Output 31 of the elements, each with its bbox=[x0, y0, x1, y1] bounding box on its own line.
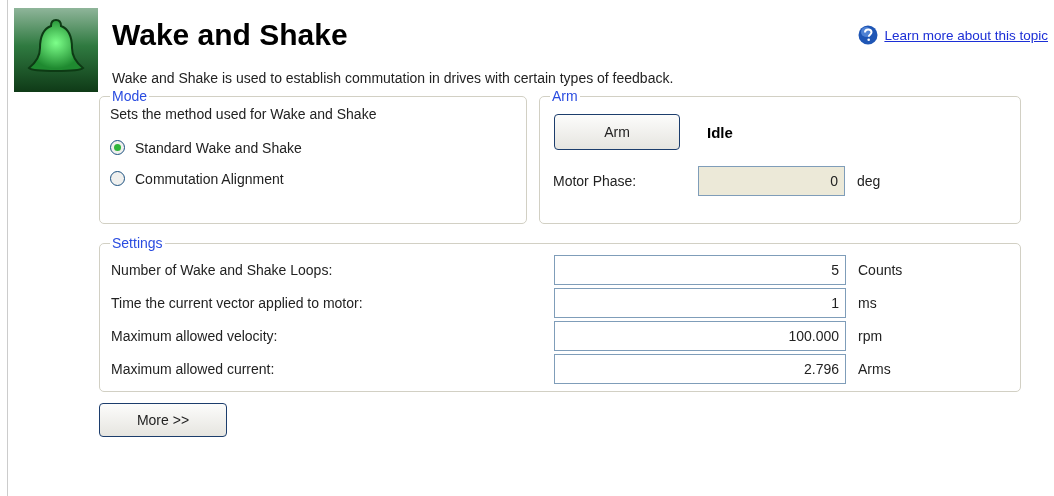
value-field[interactable]: 1 bbox=[554, 287, 846, 318]
help-link[interactable]: Learn more about this topic bbox=[884, 27, 1048, 43]
group-legend: Settings bbox=[110, 235, 165, 251]
radio-label[interactable]: Standard Wake and Shake bbox=[135, 139, 302, 156]
unit-label: Arms bbox=[858, 360, 891, 377]
unit-label: rpm bbox=[858, 327, 883, 344]
status-text: Idle bbox=[707, 123, 733, 141]
field-label: Maximum allowed velocity: bbox=[110, 327, 279, 344]
radio-button[interactable] bbox=[110, 171, 125, 186]
field-label: Time the current vector applied to motor: bbox=[110, 294, 364, 311]
unit-label: ms bbox=[858, 294, 877, 311]
value-field[interactable]: 2.796 bbox=[554, 353, 846, 384]
radio-button[interactable] bbox=[110, 140, 125, 155]
help-icon[interactable] bbox=[858, 25, 879, 45]
bell-icon bbox=[14, 8, 98, 92]
arm-button[interactable]: Arm bbox=[554, 114, 680, 150]
field-label: Maximum allowed current: bbox=[110, 360, 276, 377]
more-button[interactable]: More >> bbox=[99, 403, 227, 437]
unit-label: Counts bbox=[858, 261, 903, 278]
page-title: Wake and Shake bbox=[112, 18, 348, 52]
group-legend: Arm bbox=[550, 88, 580, 104]
field-label: Motor Phase: bbox=[553, 173, 638, 189]
group-legend: Mode bbox=[110, 88, 150, 104]
field-label: Number of Wake and Shake Loops: bbox=[110, 261, 334, 278]
unit-label: deg bbox=[857, 173, 881, 189]
description: Wake and Shake is used to establish commutation in drives with certain types of feedback. bbox=[112, 70, 675, 86]
radio-label[interactable]: Commutation Alignment bbox=[135, 170, 284, 187]
value-field[interactable]: 5 bbox=[554, 254, 846, 285]
mode-hint: Sets the method used for Wake and Shake bbox=[110, 106, 378, 122]
phase-field[interactable]: 0 bbox=[698, 166, 845, 196]
value-field[interactable]: 100.000 bbox=[554, 320, 846, 351]
